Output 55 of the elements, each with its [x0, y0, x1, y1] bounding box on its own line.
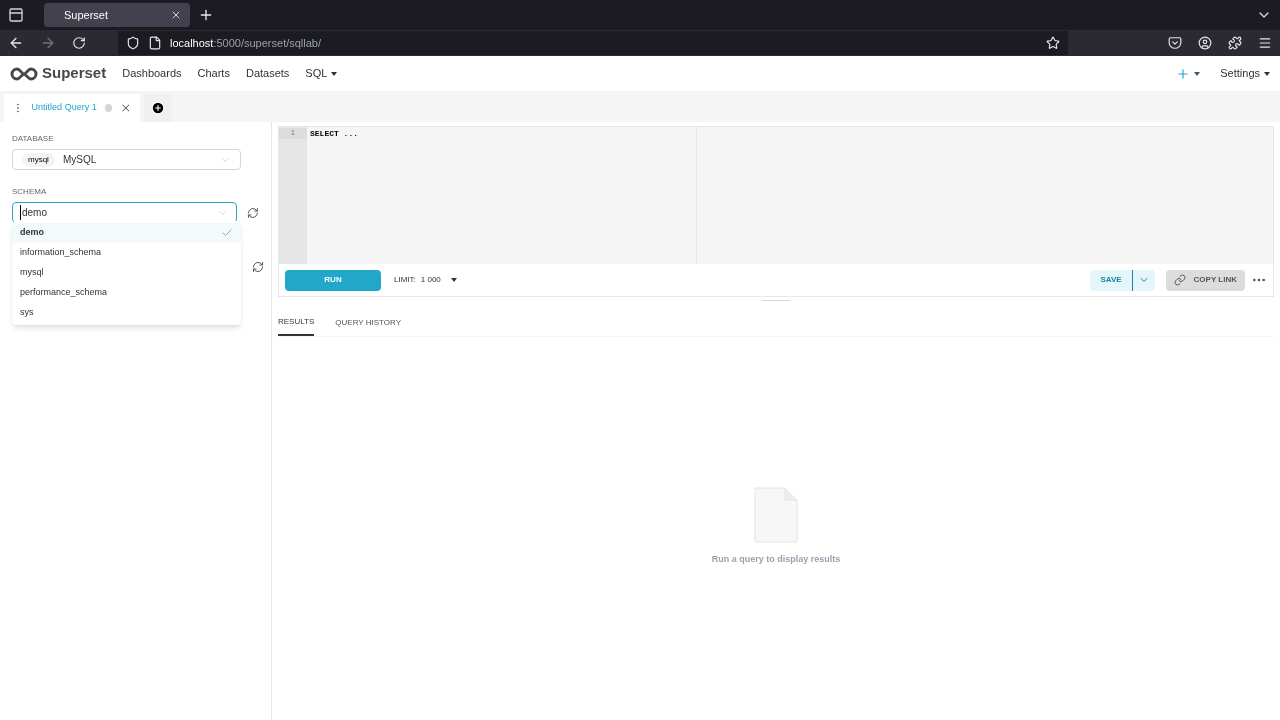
account-icon[interactable] [1198, 36, 1212, 50]
url-text: localhost:5000/superset/sqllab/ [170, 35, 322, 51]
nav-item[interactable]: Datasets [245, 65, 290, 82]
schema-value: demo [20, 205, 47, 220]
caret-icon [331, 71, 338, 76]
nav-item[interactable]: Charts [197, 65, 230, 82]
field-label: DATABASE [12, 133, 55, 145]
nav-item[interactable]: Dashboards [122, 65, 182, 82]
dropdown-option[interactable]: demo [12, 223, 241, 243]
database-select[interactable]: mysql MySQL [12, 149, 241, 170]
extensions-icon[interactable] [1228, 36, 1242, 50]
caret-icon [1194, 71, 1201, 76]
new-tab-icon[interactable] [198, 7, 214, 23]
database-tag: mysql [22, 152, 55, 167]
tab-title: Superset [63, 7, 110, 23]
forward-icon[interactable] [40, 35, 56, 51]
code-line: SELECT ... [310, 128, 359, 139]
menu-icon[interactable] [1258, 36, 1272, 50]
close-icon[interactable] [120, 102, 132, 114]
back-icon[interactable] [8, 35, 24, 51]
add-button[interactable] [1176, 66, 1201, 81]
dropdown-option[interactable]: performance_schema [12, 283, 241, 303]
refresh-icon[interactable] [247, 206, 259, 219]
limit-dropdown[interactable]: 1 000 [420, 274, 457, 286]
dropdown-option[interactable]: information_schema [12, 243, 241, 263]
tab-list-icon[interactable] [8, 7, 24, 23]
refresh-icon[interactable] [252, 261, 264, 273]
dropdown-option[interactable]: sys [12, 303, 241, 323]
result-tab[interactable]: RESULTS [278, 310, 315, 336]
bookmark-star-icon[interactable] [1046, 36, 1060, 50]
address-bar[interactable]: localhost:5000/superset/sqllab/ [118, 31, 1068, 55]
limit-label: LIMIT: [394, 274, 416, 286]
field-label: SCHEMA [12, 186, 48, 198]
pocket-icon[interactable] [1168, 36, 1182, 50]
dropdown-option[interactable]: mysql [12, 263, 241, 283]
empty-state-message: Run a query to display results [711, 553, 841, 566]
link-icon [1173, 274, 1186, 286]
reload-icon[interactable] [72, 36, 86, 50]
check-icon [221, 227, 233, 239]
copy-link-button[interactable]: COPY LINK [1165, 269, 1245, 291]
caret-icon [450, 278, 457, 282]
new-tab-icon[interactable] [151, 101, 165, 115]
caret-icon [1264, 71, 1270, 76]
brand-name[interactable]: Superset [42, 62, 107, 85]
plus-icon [1176, 66, 1191, 81]
database-value: MySQL [62, 153, 97, 167]
result-tab[interactable]: QUERY HISTORY [335, 310, 401, 336]
shield-icon [126, 36, 140, 50]
page-icon [148, 36, 162, 50]
close-icon[interactable] [170, 9, 182, 21]
logo-icon [10, 65, 38, 82]
browser-tab[interactable]: Superset [44, 3, 190, 27]
empty-document-icon [754, 487, 798, 543]
nav-item[interactable]: SQL [305, 65, 338, 82]
settings-menu[interactable]: Settings [1220, 65, 1270, 82]
